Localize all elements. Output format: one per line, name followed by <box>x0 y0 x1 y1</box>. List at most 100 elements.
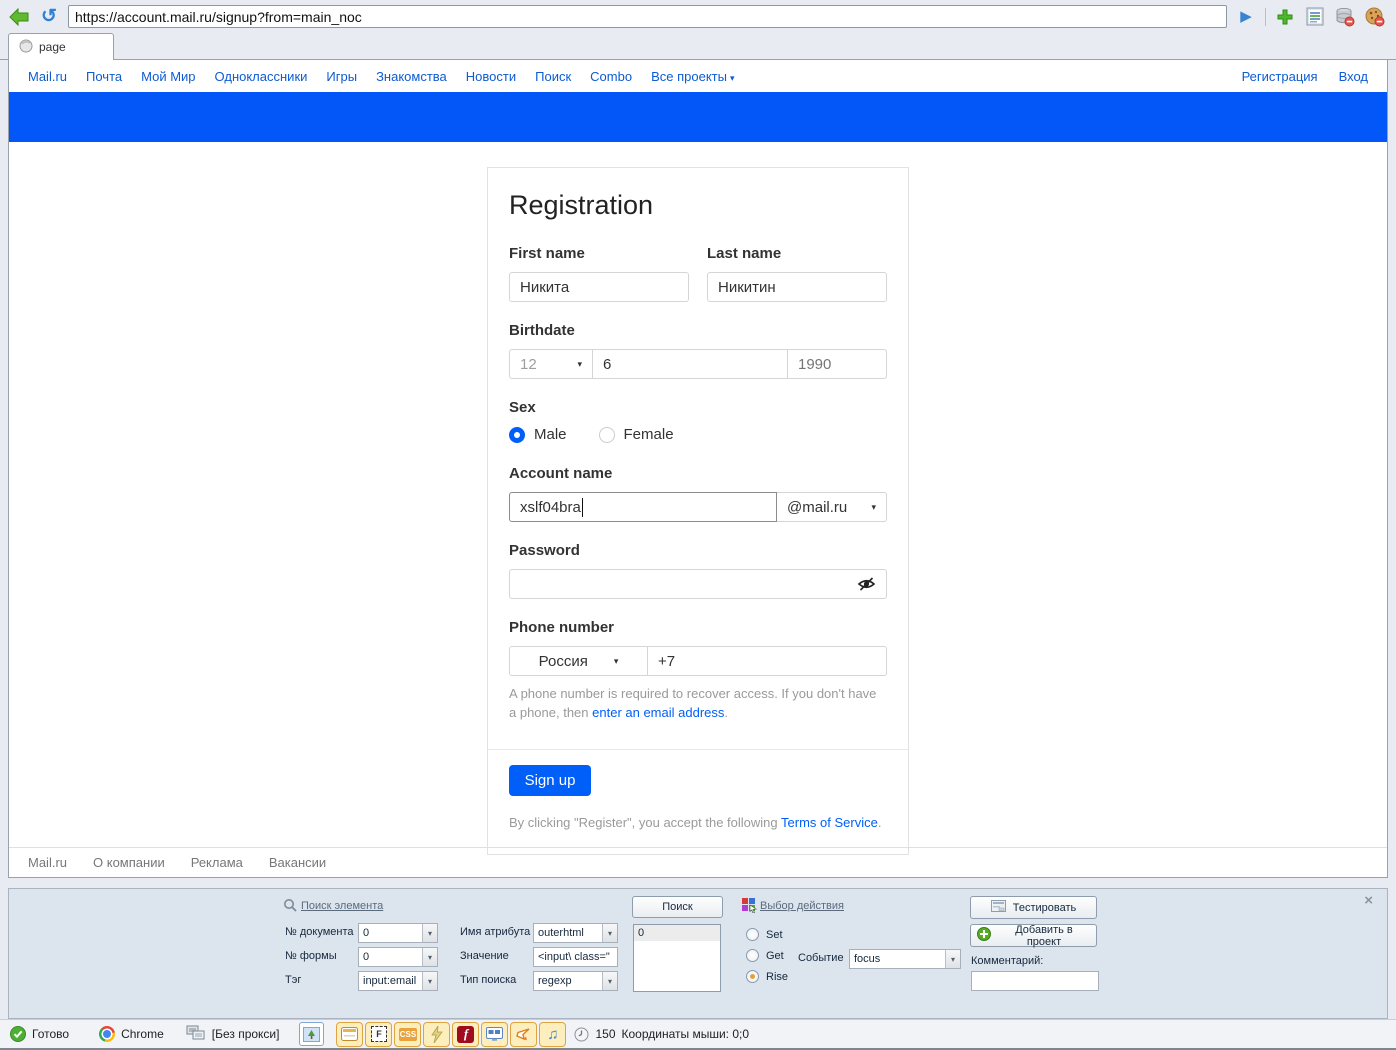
mouse-coords: Координаты мыши: 0;0 <box>622 1027 750 1041</box>
account-name-field[interactable]: xslf04bra <box>509 492 777 522</box>
radio-selected-icon <box>509 427 525 443</box>
nav-link-pochta[interactable]: Почта <box>86 69 122 84</box>
birth-year-value: 1990 <box>798 356 831 373</box>
email-address-link[interactable]: enter an email address <box>592 705 724 720</box>
clear-cookies-icon[interactable] <box>1364 6 1386 28</box>
nav-link-moymir[interactable]: Мой Мир <box>141 69 195 84</box>
terms-of-service-link[interactable]: Terms of Service <box>781 815 878 830</box>
first-name-field[interactable]: Никита <box>509 272 689 302</box>
result-item[interactable]: 0 <box>634 925 720 941</box>
domain-value: @mail.ru <box>787 499 847 516</box>
proxy-status[interactable]: [Без прокси] <box>186 1025 280 1044</box>
radio-get-label: Get <box>766 950 784 962</box>
frame-icon: F <box>371 1026 387 1042</box>
nav-link-znakomstva[interactable]: Знакомства <box>376 69 447 84</box>
chevron-down-icon: ▾ <box>614 656 619 667</box>
element-search-panel: Поиск элемента № документа 0 ▾ № формы 0… <box>8 888 1388 1019</box>
clear-cache-icon[interactable] <box>1334 6 1356 28</box>
timer-value: 150 <box>595 1027 615 1041</box>
toggle-frames[interactable]: F <box>365 1022 392 1047</box>
toggle-window[interactable] <box>336 1022 363 1047</box>
url-input[interactable] <box>68 5 1227 28</box>
test-button[interactable]: Тестировать <box>970 896 1097 919</box>
sex-male-radio[interactable]: Male <box>509 426 567 443</box>
nav-link-registration[interactable]: Регистрация <box>1242 69 1318 84</box>
chevron-down-icon: ▾ <box>577 359 582 370</box>
footer-link-jobs[interactable]: Вакансии <box>269 855 326 870</box>
nav-link-igry[interactable]: Игры <box>326 69 357 84</box>
search-element-link[interactable]: Поиск элемента <box>301 900 383 912</box>
nav-link-all-projects[interactable]: Все проекты▾ <box>651 69 734 84</box>
birth-day-field[interactable]: 6 <box>592 349 788 379</box>
birth-month-select[interactable]: 12 ▾ <box>509 349 593 379</box>
add-icon[interactable] <box>1274 6 1296 28</box>
doc-number-value: 0 <box>359 924 422 942</box>
last-name-field[interactable]: Никитин <box>707 272 887 302</box>
chevron-down-icon[interactable]: ▾ <box>422 948 437 966</box>
radio-rise[interactable]: Rise <box>746 970 788 983</box>
go-icon[interactable]: ▶ <box>1235 6 1257 28</box>
log-icon[interactable] <box>1304 6 1326 28</box>
comment-field[interactable] <box>971 971 1099 991</box>
radio-get[interactable]: Get <box>746 949 784 962</box>
value-field[interactable]: <input\ class=" <box>533 947 618 967</box>
add-project-icon <box>977 927 991 944</box>
event-combo[interactable]: focus ▾ <box>849 949 961 969</box>
form-number-value: 0 <box>359 948 422 966</box>
footer-link-company[interactable]: О компании <box>93 855 165 870</box>
sex-female-label: Female <box>624 426 674 443</box>
nav-link-combo[interactable]: Combo <box>590 69 632 84</box>
browser-viewport: Mail.ru Почта Мой Мир Одноклассники Игры… <box>8 60 1388 878</box>
chevron-down-icon[interactable]: ▾ <box>945 950 960 968</box>
chevron-down-icon: ▾ <box>730 73 735 83</box>
sex-male-label: Male <box>534 426 567 443</box>
nav-link-poisk[interactable]: Поиск <box>535 69 571 84</box>
chevron-down-icon[interactable]: ▾ <box>602 924 617 942</box>
form-number-combo[interactable]: 0 ▾ <box>358 947 438 967</box>
nav-link-login[interactable]: Вход <box>1339 69 1368 84</box>
action-picker-icon <box>742 898 757 916</box>
results-listbox[interactable]: 0 <box>633 924 721 992</box>
radio-set[interactable]: Set <box>746 928 783 941</box>
browser-engine-label: Chrome <box>121 1027 164 1041</box>
search-type-combo[interactable]: regexp ▾ <box>533 971 618 991</box>
chevron-down-icon[interactable]: ▾ <box>602 972 617 990</box>
birth-year-field[interactable]: 1990 <box>787 349 887 379</box>
domain-select[interactable]: @mail.ru ▾ <box>776 492 887 522</box>
phone-number-label: Phone number <box>509 619 887 636</box>
tab-page[interactable]: page <box>8 33 114 60</box>
birthdate-label: Birthdate <box>509 322 887 339</box>
toggle-media[interactable] <box>481 1022 508 1047</box>
footer-link-mailru[interactable]: Mail.ru <box>28 855 67 870</box>
action-choice-link[interactable]: Выбор действия <box>760 900 844 912</box>
phone-number-field[interactable]: +7 <box>647 646 887 676</box>
doc-number-combo[interactable]: 0 ▾ <box>358 923 438 943</box>
nav-link-mailru[interactable]: Mail.ru <box>28 69 67 84</box>
images-toggle[interactable] <box>299 1022 324 1046</box>
close-icon[interactable]: × <box>1364 893 1373 908</box>
sex-female-radio[interactable]: Female <box>599 426 674 443</box>
toggle-script[interactable] <box>423 1022 450 1047</box>
toggle-music[interactable]: ♫ <box>539 1022 566 1047</box>
sign-up-button[interactable]: Sign up <box>509 765 591 796</box>
browser-engine[interactable]: Chrome <box>99 1026 164 1042</box>
nav-link-novosti[interactable]: Новости <box>466 69 516 84</box>
toggle-sound[interactable] <box>510 1022 537 1047</box>
chevron-down-icon[interactable]: ▾ <box>422 924 437 942</box>
phone-hint-end: . <box>724 705 728 720</box>
image-icon <box>303 1027 320 1042</box>
search-button[interactable]: Поиск <box>632 896 723 918</box>
add-to-project-button[interactable]: Добавить в проект <box>970 924 1097 947</box>
back-icon[interactable] <box>8 6 30 28</box>
toggle-flash[interactable]: f <box>452 1022 479 1047</box>
footer-link-ads[interactable]: Реклама <box>191 855 243 870</box>
refresh-icon[interactable]: ↺ <box>38 6 60 28</box>
password-field[interactable] <box>509 569 887 599</box>
tag-combo[interactable]: input:email ▾ <box>358 971 438 991</box>
toggle-css[interactable]: CSS <box>394 1022 421 1047</box>
attr-name-combo[interactable]: outerhtml ▾ <box>533 923 618 943</box>
chevron-down-icon[interactable]: ▾ <box>422 972 437 990</box>
password-visibility-icon[interactable] <box>857 576 876 597</box>
nav-link-odnoklassniki[interactable]: Одноклассники <box>215 69 308 84</box>
phone-country-select[interactable]: Россия ▾ <box>509 646 648 676</box>
